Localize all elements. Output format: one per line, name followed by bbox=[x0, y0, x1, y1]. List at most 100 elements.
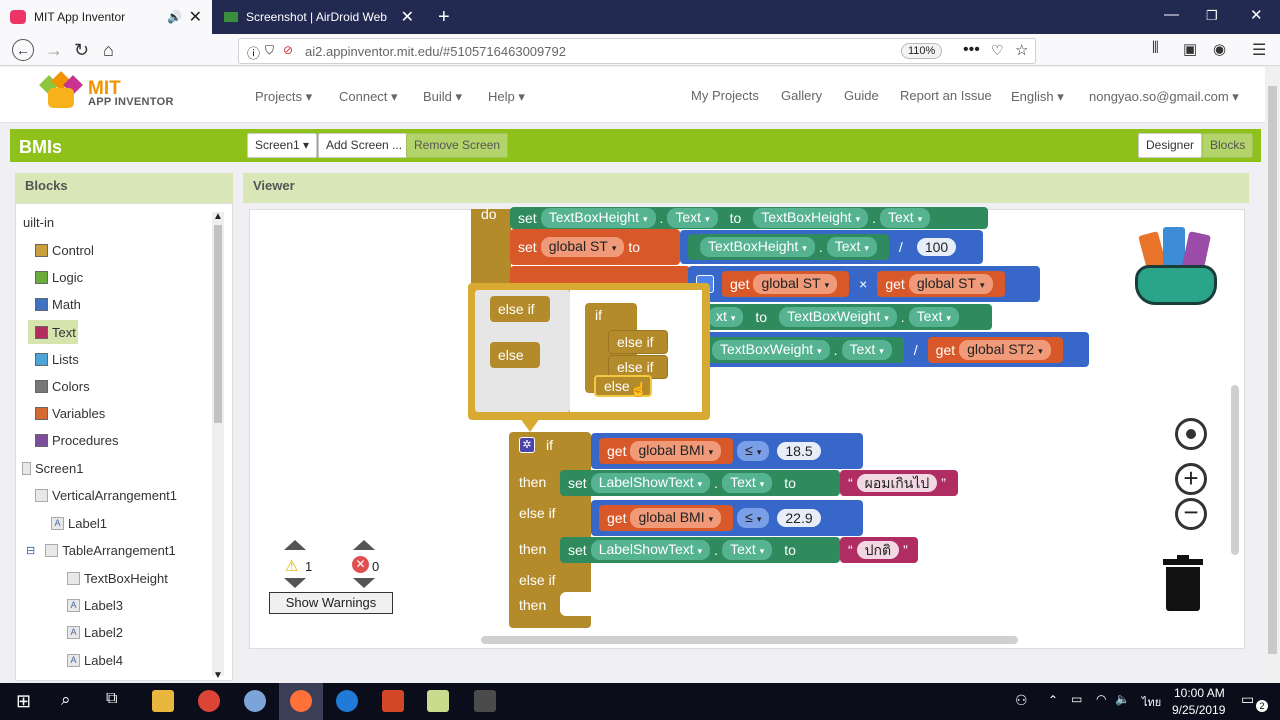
forward-icon[interactable]: → bbox=[45, 40, 63, 61]
text-value-1[interactable]: ผอมเกินไป bbox=[856, 474, 938, 492]
error-next-icon[interactable] bbox=[353, 578, 375, 588]
flyout-else-block[interactable]: else bbox=[490, 342, 540, 368]
text-block-1[interactable]: “ ผอมเกินไป ” bbox=[840, 470, 958, 496]
blocks-button[interactable]: Blocks bbox=[1202, 133, 1254, 158]
tree-text[interactable]: Text bbox=[28, 320, 78, 344]
number-22-9[interactable]: 22.9 bbox=[777, 509, 821, 527]
property-pill[interactable]: xt ▾ bbox=[708, 307, 744, 327]
operator-pill[interactable]: ≤ ▾ bbox=[737, 508, 770, 528]
get-global-bmi-block[interactable]: get global BMI ▾ bbox=[599, 505, 734, 531]
tree-table-arrangement[interactable]: ⊟ TableArrangement1 bbox=[26, 543, 176, 558]
tab-mit-app-inventor[interactable]: MIT App Inventor 🔊 ✕ bbox=[0, 0, 212, 34]
remove-screen-button[interactable]: Remove Screen bbox=[406, 133, 509, 158]
edge-icon[interactable] bbox=[336, 690, 358, 712]
action-center-icon[interactable]: ▭ bbox=[1241, 691, 1254, 708]
component-pill[interactable]: LabelShowText ▾ bbox=[590, 473, 711, 493]
variable-pill[interactable]: global ST2 ▾ bbox=[959, 339, 1051, 360]
set-labelshowtext-block-1[interactable]: set LabelShowText ▾ . Text ▾ to bbox=[560, 470, 840, 496]
mutator-else-if-block[interactable]: else if bbox=[608, 330, 668, 354]
people-icon[interactable]: ⚇ bbox=[1015, 692, 1028, 709]
info-icon[interactable]: ⓘ bbox=[247, 43, 260, 62]
workspace-scrollbar-v[interactable] bbox=[1231, 385, 1239, 555]
divide-block[interactable]: TextBoxHeight ▾ . Text ▾ / 100 bbox=[680, 230, 983, 264]
app-inventor-logo-icon[interactable] bbox=[39, 71, 83, 110]
wifi-icon[interactable]: ◠ bbox=[1096, 692, 1106, 706]
link-report-issue[interactable]: Report an Issue bbox=[900, 88, 992, 103]
account-menu[interactable]: nongyao.so@gmail.com ▾ bbox=[1089, 89, 1239, 105]
library-icon[interactable]: ⫴ bbox=[1152, 40, 1159, 58]
scroll-down-icon[interactable]: ▼ bbox=[213, 670, 223, 681]
reload-icon[interactable]: ↻ bbox=[74, 40, 89, 61]
component-pill[interactable]: TextBoxWeight ▾ bbox=[779, 307, 897, 327]
set-global-st-block[interactable]: set global ST ▾ to bbox=[510, 229, 680, 265]
link-guide[interactable]: Guide bbox=[844, 88, 879, 103]
trash-icon[interactable] bbox=[1163, 555, 1203, 613]
tree-label2[interactable]: A Label2 bbox=[67, 625, 123, 640]
set-labelshowtext-block-2[interactable]: set LabelShowText ▾ . Text ▾ to bbox=[560, 537, 840, 563]
search-icon[interactable]: ⌕ bbox=[61, 690, 71, 710]
component-pill[interactable]: TextBoxWeight ▾ bbox=[712, 339, 830, 360]
warning-next-icon[interactable] bbox=[284, 578, 306, 588]
menu-build[interactable]: Build ▾ bbox=[423, 89, 462, 105]
tree-math[interactable]: Math bbox=[35, 297, 81, 312]
battery-icon[interactable]: ▭ bbox=[1071, 692, 1082, 706]
multiply-block[interactable]: get global ST ▾ × get global ST ▾ bbox=[688, 266, 1040, 302]
speaker-icon[interactable]: 🔊 bbox=[167, 10, 182, 24]
set-weight-block-partial[interactable]: xt ▾ to TextBoxWeight ▾ . Text ▾ bbox=[700, 304, 992, 330]
menu-help[interactable]: Help ▾ bbox=[488, 89, 525, 105]
tray-chevron-icon[interactable]: ⌃ bbox=[1048, 693, 1058, 707]
show-warnings-button[interactable]: Show Warnings bbox=[269, 592, 393, 614]
insecure-lock-icon[interactable]: ⊘ bbox=[283, 43, 293, 57]
number-100[interactable]: 100 bbox=[916, 238, 957, 256]
get-global-st-block[interactable]: get global ST ▾ bbox=[722, 271, 850, 297]
tree-textbox-height[interactable]: TextBoxHeight bbox=[67, 571, 168, 586]
warning-prev-icon[interactable] bbox=[284, 540, 306, 550]
designer-button[interactable]: Designer bbox=[1138, 133, 1203, 158]
variable-pill[interactable]: global BMI ▾ bbox=[630, 508, 722, 528]
flyout-else-if-block[interactable]: else if bbox=[490, 296, 550, 322]
pocket-icon[interactable]: ♡ bbox=[991, 42, 1004, 59]
file-explorer-icon[interactable] bbox=[152, 690, 174, 712]
shield-icon[interactable]: ⛉ bbox=[265, 43, 274, 58]
property-pill[interactable]: Text ▾ bbox=[880, 208, 931, 228]
tree-label3[interactable]: A Label3 bbox=[67, 598, 123, 613]
workspace-scrollbar-h[interactable] bbox=[481, 636, 1018, 644]
chrome-icon[interactable] bbox=[198, 690, 220, 712]
variable-pill[interactable]: global ST ▾ bbox=[753, 274, 838, 294]
variable-pill[interactable]: global BMI ▾ bbox=[630, 441, 722, 461]
close-window-icon[interactable]: ✕ bbox=[1250, 6, 1263, 24]
property-pill[interactable]: Text ▾ bbox=[722, 540, 773, 560]
paint-icon[interactable] bbox=[244, 690, 266, 712]
menu-icon[interactable]: ☰ bbox=[1252, 40, 1266, 60]
volume-icon[interactable]: 🔈 bbox=[1115, 692, 1130, 706]
tree-vertical-arrangement[interactable]: VerticalArrangement1 bbox=[35, 488, 177, 503]
clock-date[interactable]: 9/25/2019 bbox=[1172, 703, 1225, 717]
menu-connect[interactable]: Connect ▾ bbox=[339, 89, 398, 105]
close-tab-icon[interactable]: ✕ bbox=[189, 7, 202, 27]
collapse-icon[interactable]: ⊟ bbox=[26, 544, 35, 557]
get-global-bmi-block[interactable]: get global BMI ▾ bbox=[599, 438, 734, 464]
bookmark-star-icon[interactable]: ☆ bbox=[1015, 41, 1028, 59]
get-global-st2-block[interactable]: get global ST2 ▾ bbox=[927, 336, 1063, 363]
backpack-icon[interactable] bbox=[1133, 225, 1221, 307]
recenter-icon[interactable] bbox=[1175, 418, 1207, 450]
close-tab-icon[interactable]: ✕ bbox=[401, 7, 414, 27]
task-view-icon[interactable]: ⧉ bbox=[106, 690, 117, 708]
set-textboxheight-block[interactable]: set TextBoxHeight ▾ . Text ▾ to TextBoxHei… bbox=[510, 207, 988, 229]
zoom-out-icon[interactable]: − bbox=[1175, 498, 1207, 530]
property-pill[interactable]: Text ▾ bbox=[841, 339, 892, 360]
tree-colors[interactable]: Colors bbox=[35, 379, 90, 394]
property-pill[interactable]: Text ▾ bbox=[826, 237, 877, 257]
firefox-icon[interactable] bbox=[290, 690, 312, 712]
mutator-gear-icon[interactable]: ✲ bbox=[519, 437, 535, 453]
more-icon[interactable]: ••• bbox=[963, 41, 980, 59]
tree-label4[interactable]: A Label4 bbox=[67, 653, 123, 668]
blocks-tree-scroll-thumb[interactable] bbox=[214, 225, 222, 423]
scroll-up-icon[interactable]: ▲ bbox=[213, 211, 223, 222]
page-scroll-thumb[interactable] bbox=[1268, 86, 1277, 654]
tree-screen1[interactable]: Screen1 bbox=[22, 461, 83, 476]
home-icon[interactable]: ⌂ bbox=[103, 40, 114, 61]
minimize-icon[interactable]: — bbox=[1164, 6, 1179, 23]
zoom-in-icon[interactable]: + bbox=[1175, 463, 1207, 495]
get-textboxheight-block[interactable]: TextBoxHeight ▾ . Text ▾ bbox=[688, 234, 889, 260]
